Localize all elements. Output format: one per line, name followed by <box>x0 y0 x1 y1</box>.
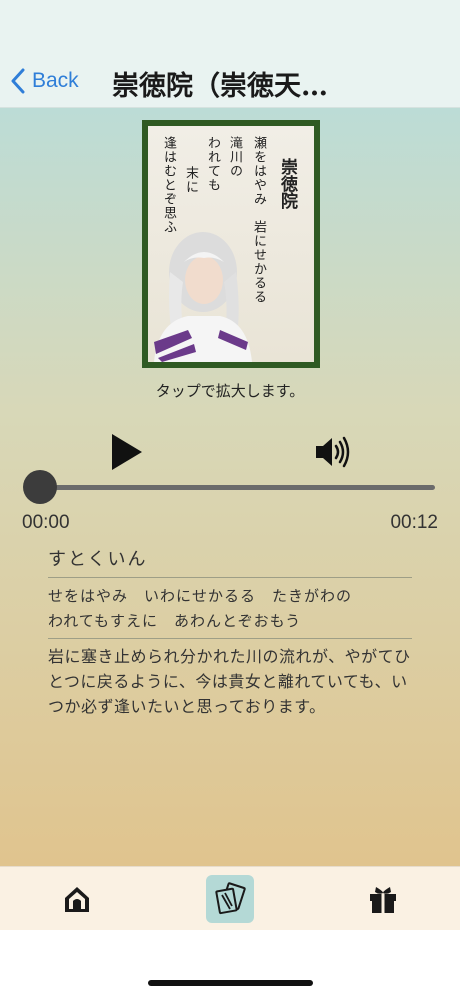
content-area: 崇徳院 瀬をはやみ 岩にせかるる 滝川の われても 末に 逢はむとぞ思ふ タップ… <box>0 108 460 866</box>
poem-kana: せをはやみ いわにせかるる たきがわの われてもすえに あわんとぞおもう <box>48 584 412 639</box>
navigation-bar: Back 崇徳院（崇徳天皇） <box>0 0 460 108</box>
back-label: Back <box>32 69 79 92</box>
back-button[interactable]: Back <box>10 66 79 96</box>
card-poet-name: 崇徳院 <box>277 158 297 209</box>
tab-bar <box>0 866 460 930</box>
playback-slider[interactable] <box>38 485 435 490</box>
volume-button[interactable] <box>314 434 352 470</box>
home-icon <box>64 886 89 912</box>
poem-kana-line: われてもすえに あわんとぞおもう <box>48 612 302 630</box>
poet-reading: すとくいん <box>48 545 412 578</box>
play-icon <box>112 434 142 470</box>
tab-gift[interactable] <box>359 875 407 923</box>
current-time: 00:00 <box>22 512 70 533</box>
total-time: 00:12 <box>390 512 438 533</box>
card-poem-line: 末に <box>183 166 198 194</box>
card-poem-line: われても <box>205 136 220 192</box>
tap-to-enlarge-caption: タップで拡大します。 <box>155 382 305 400</box>
cards-icon <box>215 881 246 914</box>
karuta-card[interactable]: 崇徳院 瀬をはやみ 岩にせかるる 滝川の われても 末に 逢はむとぞ思ふ <box>142 120 320 368</box>
card-face: 崇徳院 瀬をはやみ 岩にせかるる 滝川の われても 末に 逢はむとぞ思ふ <box>148 126 314 362</box>
tab-cards[interactable] <box>205 874 254 923</box>
play-button[interactable] <box>110 432 144 472</box>
card-poem-line: 滝川の <box>227 136 242 178</box>
tab-home[interactable] <box>53 875 101 923</box>
page-title: 崇徳院（崇徳天皇） <box>112 71 352 102</box>
gift-icon <box>370 886 397 913</box>
home-indicator[interactable] <box>148 980 313 986</box>
home-indicator-area <box>0 930 460 996</box>
poem-meaning: 岩に塞き止められ分かれた川の流れが、やがてひとつに戻るように、今は貴女と離れてい… <box>48 647 411 716</box>
poet-portrait <box>154 232 252 362</box>
volume-icon <box>316 436 350 468</box>
slider-thumb[interactable] <box>23 470 57 504</box>
poem-kana-line: せをはやみ いわにせかるる たきがわの <box>48 587 353 605</box>
chevron-left-icon <box>11 68 25 94</box>
